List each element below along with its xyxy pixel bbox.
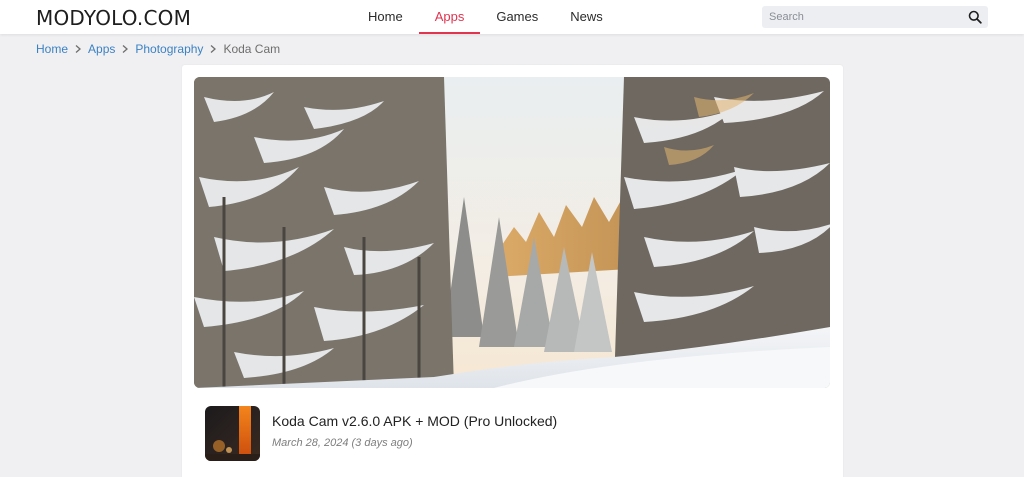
main-nav: Home Apps Games News [352,0,619,34]
breadcrumb-current: Koda Cam [223,42,281,56]
nav-item-games[interactable]: Games [480,0,554,34]
post-date: March 28, 2024 (3 days ago) [272,437,413,449]
search-box [762,6,988,28]
breadcrumb-home[interactable]: Home [36,42,68,56]
chevron-right-icon [75,45,82,53]
nav-item-home[interactable]: Home [352,0,419,34]
chevron-right-icon [122,45,129,53]
hero-image [194,77,830,388]
breadcrumb-photography[interactable]: Photography [135,42,203,56]
chevron-right-icon [211,45,217,53]
nav-item-apps[interactable]: Apps [418,0,481,34]
search-icon[interactable] [968,10,982,24]
nav-item-news[interactable]: News [554,0,619,34]
search-input[interactable] [762,6,962,28]
site-logo[interactable]: MODYOLO.COM [36,6,191,30]
breadcrumb-apps[interactable]: Apps [88,42,115,56]
breadcrumb: Home Apps Photography Koda Cam [36,41,280,57]
post-title: Koda Cam v2.6.0 APK + MOD (Pro Unlocked) [272,413,558,429]
site-header: MODYOLO.COM Home Apps Games News [0,0,1024,34]
post-card: Koda Cam v2.6.0 APK + MOD (Pro Unlocked)… [182,65,843,477]
app-icon[interactable] [205,406,260,461]
